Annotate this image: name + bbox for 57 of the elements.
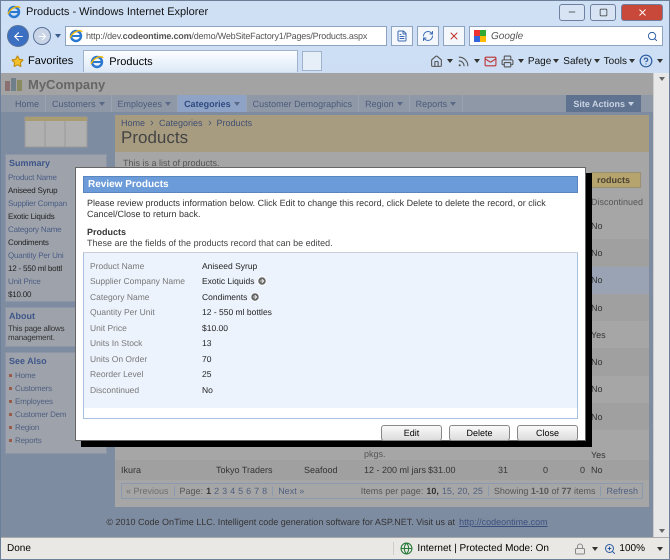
field-label: Reorder Level bbox=[90, 369, 144, 380]
table-cell-text: Yes bbox=[590, 330, 607, 340]
field-value: Aniseed Syrup bbox=[202, 260, 258, 271]
panel-title: Summary bbox=[8, 157, 52, 170]
field-label: Supplier Company Name bbox=[90, 276, 186, 286]
summary-value: $10.00 bbox=[7, 289, 32, 301]
section-title: Products bbox=[86, 226, 128, 238]
page-label: Page: bbox=[180, 486, 204, 496]
field-value: 13 bbox=[202, 338, 212, 348]
field-label: Discontinued bbox=[90, 384, 140, 395]
summary-label: Quantity Per Uni bbox=[7, 250, 64, 262]
page-heading: Products bbox=[121, 128, 188, 148]
table-cell-text: 31 bbox=[496, 465, 509, 476]
company-name: MyCompany bbox=[28, 76, 106, 92]
summary-value: 12 - 550 ml bottl bbox=[7, 263, 63, 275]
panel-title: See Also bbox=[8, 355, 48, 368]
field-label: Units In Stock bbox=[90, 338, 144, 348]
showing-text: Showing 1-10 of 77 items bbox=[494, 486, 596, 496]
field-value: No bbox=[202, 384, 213, 395]
field-value: $10.00 bbox=[202, 322, 228, 333]
items-per-page-label: Items per page: bbox=[360, 486, 424, 496]
field-label: Units On Order bbox=[90, 354, 148, 364]
field-label: Unit Price bbox=[90, 322, 128, 333]
table-cell-text: 12 - 200 ml jars bbox=[363, 465, 424, 476]
dialog-intro: Please review products information below. Click Edit to change this record, click Delete to delete the record, or click Cancel/Close to return back. bbox=[86, 197, 547, 221]
summary-value: Exotic Liquids bbox=[7, 211, 56, 223]
table-cell-text: pkgs. bbox=[363, 449, 387, 460]
field-value: Exotic Liquids bbox=[202, 276, 254, 286]
footer-text: © 2010 Code OnTime LLC. Intelligent code generation software for ASP.NET. Visit us at bbox=[106, 517, 456, 527]
summary-value: Condiments bbox=[7, 237, 50, 249]
field-value: 12 - 550 ml bottles bbox=[202, 307, 272, 318]
field-value: 25 bbox=[202, 369, 212, 380]
field-value: Condiments bbox=[202, 292, 248, 302]
about-text: management. bbox=[7, 333, 56, 342]
table-cell-text: 0 bbox=[578, 465, 586, 476]
page-description: This is a list of products. bbox=[122, 157, 221, 170]
security-zone: Internet | Protected Mode: On bbox=[393, 542, 568, 555]
table-cell-text: Seafood bbox=[303, 465, 339, 476]
field-value: 70 bbox=[202, 354, 212, 364]
summary-label: Unit Price bbox=[7, 276, 42, 288]
table-cell-text: No bbox=[590, 465, 604, 476]
field-label: Category Name bbox=[90, 292, 151, 302]
summary-label: Supplier Compan bbox=[7, 198, 68, 210]
table-cell-text: Yes bbox=[590, 450, 607, 460]
panel-title: About bbox=[8, 310, 36, 323]
about-text: This page allows bbox=[7, 324, 66, 333]
window-title: Products - Windows Internet Explorer bbox=[26, 6, 210, 18]
field-label: Product Name bbox=[90, 260, 146, 271]
summary-label: Category Name bbox=[7, 224, 62, 236]
summary-value: Aniseed Syrup bbox=[7, 185, 58, 197]
summary-label: Product Name bbox=[7, 172, 58, 184]
table-cell-text: 0 bbox=[542, 465, 549, 476]
table-cell-text: Tokyo Traders bbox=[215, 465, 274, 476]
dialog-title: Review Products bbox=[83, 176, 578, 193]
table-cell-text: Ikura bbox=[120, 465, 142, 476]
status-text: Done bbox=[7, 543, 31, 554]
field-label: Quantity Per Unit bbox=[90, 307, 156, 318]
